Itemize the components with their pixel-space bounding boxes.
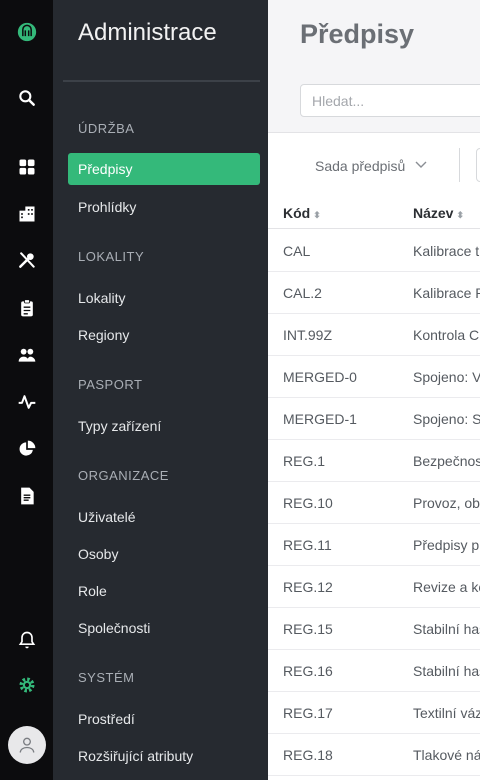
- sidebar-divider: [63, 80, 260, 82]
- section-label-organizace: ORGANIZACE: [78, 468, 169, 483]
- table-row[interactable]: REG.15 Stabilní has: [268, 607, 480, 650]
- sidebar-item-uzivatele[interactable]: Uživatelé: [78, 509, 136, 525]
- section-label-system: SYSTÉM: [78, 670, 135, 685]
- cell-kod: CAL: [283, 243, 311, 259]
- buildings-icon[interactable]: [0, 199, 53, 229]
- toolbar-control[interactable]: [476, 148, 480, 182]
- user-icon: [19, 737, 35, 753]
- search-input[interactable]: Hledat...: [300, 84, 480, 117]
- cell-nazev: Bezpečnos: [413, 453, 480, 469]
- cell-kod: REG.12: [283, 579, 333, 595]
- table-row[interactable]: CAL Kalibrace t: [268, 229, 480, 272]
- sidebar-item-osoby[interactable]: Osoby: [78, 546, 118, 562]
- user-avatar[interactable]: [8, 726, 46, 764]
- sort-icon: ⬍: [313, 210, 321, 220]
- dashboard-icon[interactable]: [0, 152, 53, 182]
- sort-icon: ⬍: [456, 210, 465, 220]
- gear-icon[interactable]: [0, 670, 53, 700]
- cell-kod: MERGED-1: [283, 411, 357, 427]
- sidebar-item-regiony[interactable]: Regiony: [78, 327, 129, 343]
- column-header-nazev[interactable]: Název ⬍: [413, 205, 464, 221]
- cell-nazev: Spojeno: V: [413, 369, 480, 385]
- bell-icon[interactable]: [0, 625, 53, 655]
- table-row[interactable]: REG.10 Provoz, ob: [268, 481, 480, 524]
- cell-nazev: Revize a kc: [413, 579, 480, 595]
- table-row[interactable]: REG.11 Předpisy p: [268, 523, 480, 566]
- page-title: Předpisy: [300, 19, 415, 49]
- admin-sidebar: Administrace ÚDRŽBA Předpisy Prohlídky L…: [53, 0, 268, 780]
- report-icon[interactable]: [0, 481, 53, 511]
- cell-kod: CAL.2: [283, 285, 322, 301]
- cell-kod: REG.10: [283, 495, 333, 511]
- cell-nazev: Provoz, ob: [413, 495, 480, 511]
- sidebar-item-spolecnosti[interactable]: Společnosti: [78, 620, 150, 636]
- sidebar-item-role[interactable]: Role: [78, 583, 107, 599]
- clipboard-icon[interactable]: [0, 293, 53, 323]
- filter-dropdown[interactable]: Sada předpisů: [315, 158, 427, 174]
- section-label-pasport: PASPORT: [78, 377, 143, 392]
- sidebar-item-prostredi[interactable]: Prostředí: [78, 711, 135, 727]
- main-content: Předpisy Hledat... Sada předpisů Kód ⬍ Ná…: [268, 0, 480, 780]
- table-row[interactable]: MERGED-1 Spojeno: S: [268, 397, 480, 440]
- table-row[interactable]: REG.16 Stabilní has: [268, 649, 480, 692]
- table-row[interactable]: CAL.2 Kalibrace P: [268, 271, 480, 314]
- section-label-udrzba: ÚDRŽBA: [78, 121, 135, 136]
- cell-kod: REG.18: [283, 747, 333, 763]
- cell-nazev: Předpisy p: [413, 537, 480, 553]
- cell-nazev: Kalibrace t: [413, 243, 480, 259]
- toolbar-divider: [459, 148, 460, 182]
- table-row[interactable]: REG.1 Bezpečnos: [268, 439, 480, 482]
- cell-nazev: Stabilní has: [413, 663, 480, 679]
- cell-kod: REG.11: [283, 537, 332, 553]
- tools-icon[interactable]: [0, 245, 53, 275]
- table-row[interactable]: REG.17 Textilní váz: [268, 691, 480, 734]
- search-placeholder: Hledat...: [312, 93, 365, 109]
- cell-nazev: Textilní váz: [413, 705, 480, 721]
- table-row[interactable]: REG.18 Tlakové ná: [268, 733, 480, 776]
- cell-kod: REG.1: [283, 453, 326, 469]
- cell-nazev: Kalibrace P: [413, 285, 480, 301]
- cell-kod: REG.15: [283, 621, 333, 637]
- cell-nazev: Tlakové ná: [413, 747, 480, 763]
- section-label-lokality: LOKALITY: [78, 249, 145, 264]
- activity-icon[interactable]: [0, 387, 53, 417]
- people-icon[interactable]: [0, 340, 53, 370]
- pie-chart-icon[interactable]: [0, 434, 53, 464]
- sidebar-title: Administrace: [78, 19, 217, 46]
- table-row[interactable]: MERGED-0 Spojeno: V: [268, 355, 480, 398]
- sidebar-item-prohlidky[interactable]: Prohlídky: [78, 199, 136, 215]
- page-header: Předpisy Hledat...: [268, 0, 480, 133]
- table-row[interactable]: REG.12 Revize a kc: [268, 565, 480, 608]
- sidebar-item-label: Předpisy: [78, 161, 133, 177]
- table-row[interactable]: INT.99Z Kontrola C(: [268, 313, 480, 356]
- cell-kod: INT.99Z: [283, 327, 333, 343]
- sidebar-item-lokality[interactable]: Lokality: [78, 290, 125, 306]
- cell-kod: REG.16: [283, 663, 333, 679]
- logo-icon[interactable]: [0, 17, 53, 47]
- sidebar-item-rozsirujici-atributy[interactable]: Rozšiřující atributy: [78, 748, 193, 764]
- cell-kod: REG.17: [283, 705, 333, 721]
- sidebar-item-predpisy[interactable]: Předpisy: [68, 153, 260, 185]
- cell-nazev: Kontrola C(: [413, 327, 480, 343]
- filter-label: Sada předpisů: [315, 158, 406, 174]
- chevron-down-icon: [415, 161, 427, 168]
- search-icon[interactable]: [0, 83, 53, 113]
- cell-nazev: Stabilní has: [413, 621, 480, 637]
- sidebar-item-typy-zarizeni[interactable]: Typy zařízení: [78, 418, 161, 434]
- cell-nazev: Spojeno: S: [413, 411, 480, 427]
- icon-rail: [0, 0, 53, 780]
- column-header-kod[interactable]: Kód ⬍: [283, 205, 321, 221]
- cell-kod: MERGED-0: [283, 369, 357, 385]
